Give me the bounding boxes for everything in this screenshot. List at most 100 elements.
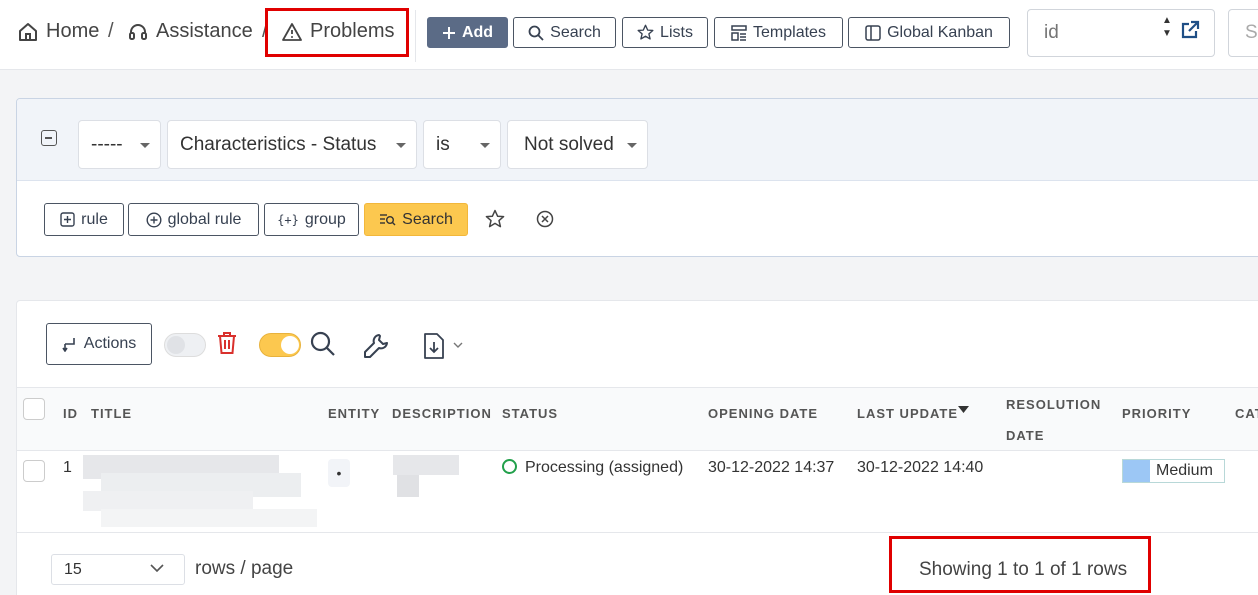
plus-icon	[442, 26, 455, 39]
search-button[interactable]: Search	[513, 17, 616, 48]
row-priority-label: Medium	[1156, 462, 1213, 479]
return-arrow-icon	[62, 338, 75, 352]
column-header-entity[interactable]: ENTITY	[328, 406, 380, 421]
criteria-row: ----- Characteristics - Status is Not so…	[17, 99, 1258, 181]
external-link-icon[interactable]	[1180, 20, 1200, 40]
rows-per-page-label: rows / page	[195, 558, 294, 579]
row-last-update: 30-12-2022 14:40	[857, 459, 984, 476]
templates-button-label: Templates	[753, 23, 826, 41]
plus-circle-icon	[146, 211, 162, 228]
column-header-description[interactable]: DESCRIPTION	[392, 406, 492, 421]
caret-down-icon	[140, 143, 150, 148]
link-operator-select[interactable]: -----	[78, 120, 161, 169]
column-header-priority[interactable]: PRIORITY	[1122, 406, 1191, 421]
breadcrumb-separator: /	[108, 20, 114, 42]
add-group-button[interactable]: {+} group	[264, 203, 359, 236]
operator-select[interactable]: is	[423, 120, 501, 169]
lists-button[interactable]: Lists	[622, 17, 708, 48]
row-opening-date: 30-12-2022 14:37	[708, 459, 835, 476]
breadcrumb-assistance-label: Assistance	[156, 20, 253, 42]
breadcrumb-home-label: Home	[46, 20, 100, 42]
link-operator-value: -----	[91, 133, 123, 155]
caret-down-icon	[627, 143, 637, 148]
highlight-box-problems	[265, 8, 409, 57]
priority-color-swatch	[1123, 460, 1150, 482]
field-select[interactable]: Characteristics - Status	[167, 120, 417, 169]
wrench-icon[interactable]	[362, 332, 390, 360]
global-search-placeholder: S	[1245, 22, 1258, 43]
table-header: ID TITLE ENTITY DESCRIPTION STATUS OPENI…	[17, 387, 1258, 451]
collapse-icon[interactable]	[41, 130, 57, 146]
column-header-id[interactable]: ID	[63, 406, 78, 421]
search-button-label: Search	[550, 23, 601, 41]
stepper-down-icon[interactable]: ▼	[1162, 27, 1174, 40]
operator-value: is	[436, 133, 450, 155]
id-input[interactable]	[1044, 22, 1164, 44]
headset-icon	[129, 23, 147, 40]
table-row[interactable]: 1 • Processing (assigned) 30-12-2022 14:…	[17, 451, 1258, 533]
toggle-switch-on[interactable]	[259, 333, 301, 357]
global-kanban-button[interactable]: Global Kanban	[848, 17, 1010, 48]
breadcrumb-home[interactable]: Home	[18, 20, 99, 43]
column-header-opening-date[interactable]: OPENING DATE	[708, 406, 818, 421]
sort-desc-icon[interactable]	[958, 406, 969, 414]
actions-button-label: Actions	[83, 335, 137, 352]
select-all-checkbox[interactable]	[23, 398, 45, 420]
star-icon	[637, 24, 654, 40]
search-icon	[528, 25, 544, 41]
plus-square-icon	[60, 212, 75, 227]
filter-search-button[interactable]: Search	[364, 203, 468, 236]
row-status: Processing (assigned)	[502, 459, 683, 477]
search-criteria-panel: ----- Characteristics - Status is Not so…	[16, 98, 1258, 257]
toggle-switch-off[interactable]	[164, 333, 206, 357]
add-global-rule-button[interactable]: global rule	[128, 203, 259, 236]
row-status-label: Processing (assigned)	[525, 459, 684, 476]
column-header-status[interactable]: STATUS	[502, 406, 558, 421]
add-rule-button[interactable]: rule	[44, 203, 124, 236]
search-icon[interactable]	[310, 331, 336, 357]
row-checkbox[interactable]	[23, 460, 45, 482]
close-circle-icon[interactable]	[535, 209, 555, 229]
rows-per-page-select[interactable]: 15	[51, 554, 185, 585]
value-select[interactable]: Not solved	[507, 120, 648, 169]
toggle-knob	[281, 336, 299, 354]
column-header-category[interactable]: CAT	[1235, 406, 1258, 421]
filter-search-icon	[380, 214, 396, 226]
column-header-last-update[interactable]: LAST UPDATE	[857, 406, 958, 421]
toggle-knob	[167, 336, 185, 354]
braces-icon: {+}	[277, 212, 299, 227]
field-value: Characteristics - Status	[180, 133, 377, 155]
caret-down-icon	[480, 143, 490, 148]
row-entity[interactable]: •	[328, 459, 350, 487]
chevron-down-icon[interactable]	[453, 342, 463, 349]
filter-search-label: Search	[402, 210, 453, 228]
add-group-label: group	[304, 210, 346, 228]
trash-icon[interactable]	[216, 331, 238, 355]
status-processing-icon	[502, 459, 517, 474]
column-header-resolution[interactable]: RESOLUTION	[1006, 397, 1101, 412]
column-header-title[interactable]: TITLE	[91, 406, 132, 421]
export-file-icon[interactable]	[423, 333, 445, 359]
id-stepper[interactable]: ▲ ▼	[1162, 14, 1174, 40]
templates-button[interactable]: Templates	[714, 17, 843, 48]
kanban-icon	[865, 24, 881, 41]
add-rule-label: rule	[81, 210, 108, 228]
stepper-up-icon[interactable]: ▲	[1162, 14, 1174, 27]
add-global-rule-label: global rule	[167, 210, 242, 228]
highlight-box-pagination	[889, 536, 1151, 593]
add-button[interactable]: Add	[427, 17, 508, 48]
row-id[interactable]: 1	[63, 459, 72, 477]
actions-button[interactable]: Actions	[46, 323, 152, 365]
global-search-field[interactable]: S	[1228, 9, 1258, 57]
chevron-down-icon[interactable]	[150, 564, 164, 572]
template-icon	[731, 24, 747, 41]
column-header-resolution-date[interactable]: DATE	[1006, 428, 1044, 443]
rows-per-page-value: 15	[64, 561, 82, 578]
add-button-label: Add	[461, 23, 494, 41]
caret-down-icon	[396, 143, 406, 148]
star-icon[interactable]	[485, 209, 505, 229]
row-priority-badge: Medium	[1122, 459, 1225, 483]
divider	[415, 10, 416, 62]
lists-button-label: Lists	[660, 23, 693, 41]
breadcrumb-assistance[interactable]: Assistance	[128, 20, 253, 43]
